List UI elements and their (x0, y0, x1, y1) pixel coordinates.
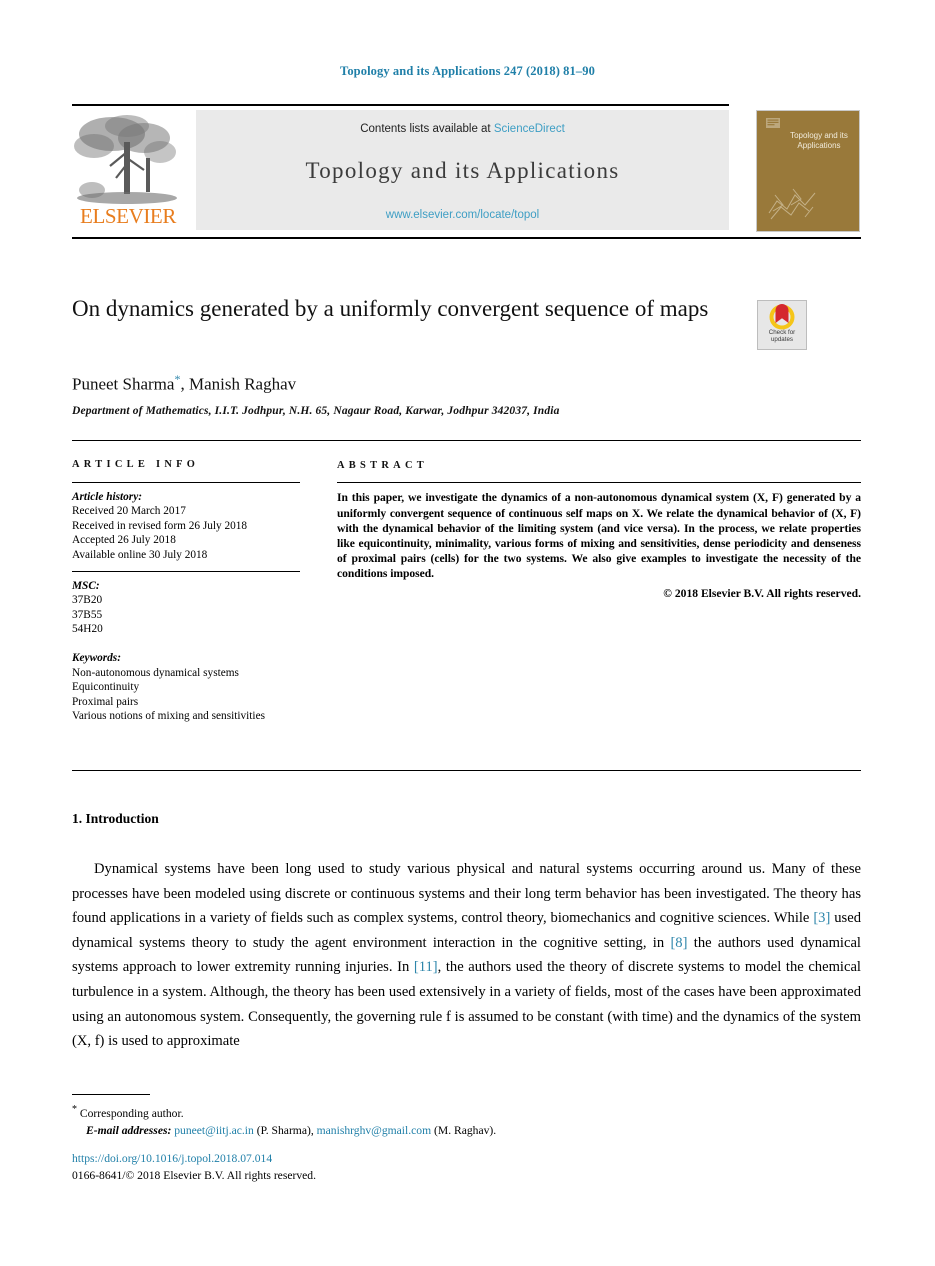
msc-item: 54H20 (72, 623, 103, 636)
email-note: E-mail addresses: puneet@iitj.ac.in (P. … (72, 1122, 861, 1139)
elsevier-logo: ELSEVIER (72, 112, 182, 232)
article-info-heading: ARTICLE INFO (72, 459, 200, 470)
msc-group: MSC: 37B20 37B55 54H20 (72, 579, 300, 637)
keyword-item: Non-autonomous dynamical systems (72, 666, 239, 679)
issn-copyright-line: 0166-8641/© 2018 Elsevier B.V. All right… (72, 1169, 316, 1182)
history-item: Accepted 26 July 2018 (72, 534, 176, 547)
article-history-group: Article history: Received 20 March 2017 … (72, 490, 300, 563)
cover-artwork-icon (768, 188, 816, 220)
abstract-heading: ABSTRACT (337, 460, 428, 471)
cover-elsevier-mini-icon (766, 118, 780, 128)
corresponding-author-note: * Corresponding author. (72, 1101, 861, 1122)
intro-text-part-1: Dynamical systems have been long used to… (72, 861, 861, 927)
sciencedirect-link[interactable]: ScienceDirect (494, 123, 565, 135)
contents-banner: Contents lists available at ScienceDirec… (196, 110, 729, 230)
journal-cover-thumbnail[interactable]: Topology and its Applications (756, 110, 860, 232)
crossmark-label: Check for updates (758, 329, 806, 344)
doi-link[interactable]: https://doi.org/10.1016/j.topol.2018.07.… (72, 1152, 272, 1165)
history-item: Received 20 March 2017 (72, 505, 186, 518)
keyword-item: Equicontinuity (72, 681, 140, 694)
citation-ref-11[interactable]: [11] (414, 959, 438, 975)
history-item: Available online 30 July 2018 (72, 548, 208, 561)
abstract-rule (337, 482, 861, 484)
msc-item: 37B55 (72, 608, 103, 621)
page-title: On dynamics generated by a uniformly con… (72, 296, 709, 321)
article-info-rule (72, 481, 300, 483)
crossmark-logo-icon (769, 304, 795, 330)
crossmark-badge[interactable]: Check for updates (757, 300, 807, 350)
keyword-item: Various notions of mixing and sensitivit… (72, 710, 265, 723)
keywords-gap (72, 637, 300, 651)
msc-label: MSC: (72, 579, 100, 592)
email-owner-sharma: (P. Sharma), (256, 1123, 314, 1137)
crossmark-line2: updates (770, 336, 794, 344)
keyword-item: Proximal pairs (72, 695, 139, 708)
email-owner-raghav: (M. Raghav). (434, 1123, 497, 1137)
author-secondary: , Manish Raghav (180, 374, 297, 394)
section-heading-introduction: 1. Introduction (72, 811, 159, 826)
history-item: Received in revised form 26 July 2018 (72, 519, 248, 532)
email-label: E-mail addresses: (86, 1123, 172, 1137)
abstract-text: In this paper, we investigate the dynami… (337, 491, 861, 581)
elsevier-wordmark: ELSEVIER (80, 204, 176, 228)
keywords-group: Keywords: Non-autonomous dynamical syste… (72, 651, 300, 724)
introduction-paragraph: Dynamical systems have been long used to… (72, 857, 861, 1054)
msc-item: 37B20 (72, 594, 103, 607)
author-primary: Puneet Sharma (72, 374, 175, 394)
footnote-block: * Corresponding author. E-mail addresses… (72, 1101, 861, 1139)
cover-title-text: Topology and its Applications (790, 131, 848, 150)
affiliation: Department of Mathematics, I.I.T. Jodhpu… (72, 405, 560, 417)
email-link-sharma[interactable]: puneet@iitj.ac.in (174, 1124, 254, 1137)
crossmark-line1: Check for (768, 329, 796, 336)
masthead-bottom-rule (72, 237, 861, 239)
running-head: Topology and its Applications 247 (2018)… (340, 64, 595, 78)
keywords-label: Keywords: (72, 651, 121, 664)
contents-available-line: Contents lists available at ScienceDirec… (196, 123, 729, 135)
footnote-rule (72, 1094, 150, 1095)
journal-homepage-link[interactable]: www.elsevier.com/locate/topol (196, 209, 729, 221)
elsevier-tree-icon (74, 115, 177, 204)
corresponding-author-text: Corresponding author. (79, 1106, 184, 1120)
author-list: Puneet Sharma*, Manish Raghav (72, 372, 296, 395)
info-block-bottom-rule (72, 770, 861, 771)
journal-title: Topology and its Applications (305, 158, 620, 183)
paper-page: Topology and its Applications 247 (2018)… (0, 0, 935, 1266)
article-info-column: ARTICLE INFO Article history: Received 2… (72, 458, 300, 724)
email-link-raghav[interactable]: manishrghv@gmail.com (317, 1124, 431, 1137)
contents-prefix-text: Contents lists available at (360, 123, 494, 135)
article-history-label: Article history: (72, 490, 142, 503)
abstract-column: ABSTRACT In this paper, we investigate t… (337, 458, 861, 601)
footnote-star: * (72, 1104, 77, 1115)
citation-ref-3[interactable]: [3] (813, 910, 830, 926)
abstract-copyright: © 2018 Elsevier B.V. All rights reserved… (663, 586, 861, 600)
journal-masthead: ELSEVIER Contents lists available at Sci… (72, 104, 861, 239)
info-block-top-rule (72, 440, 861, 441)
article-info-separator (72, 570, 300, 572)
citation-ref-8[interactable]: [8] (670, 935, 687, 951)
